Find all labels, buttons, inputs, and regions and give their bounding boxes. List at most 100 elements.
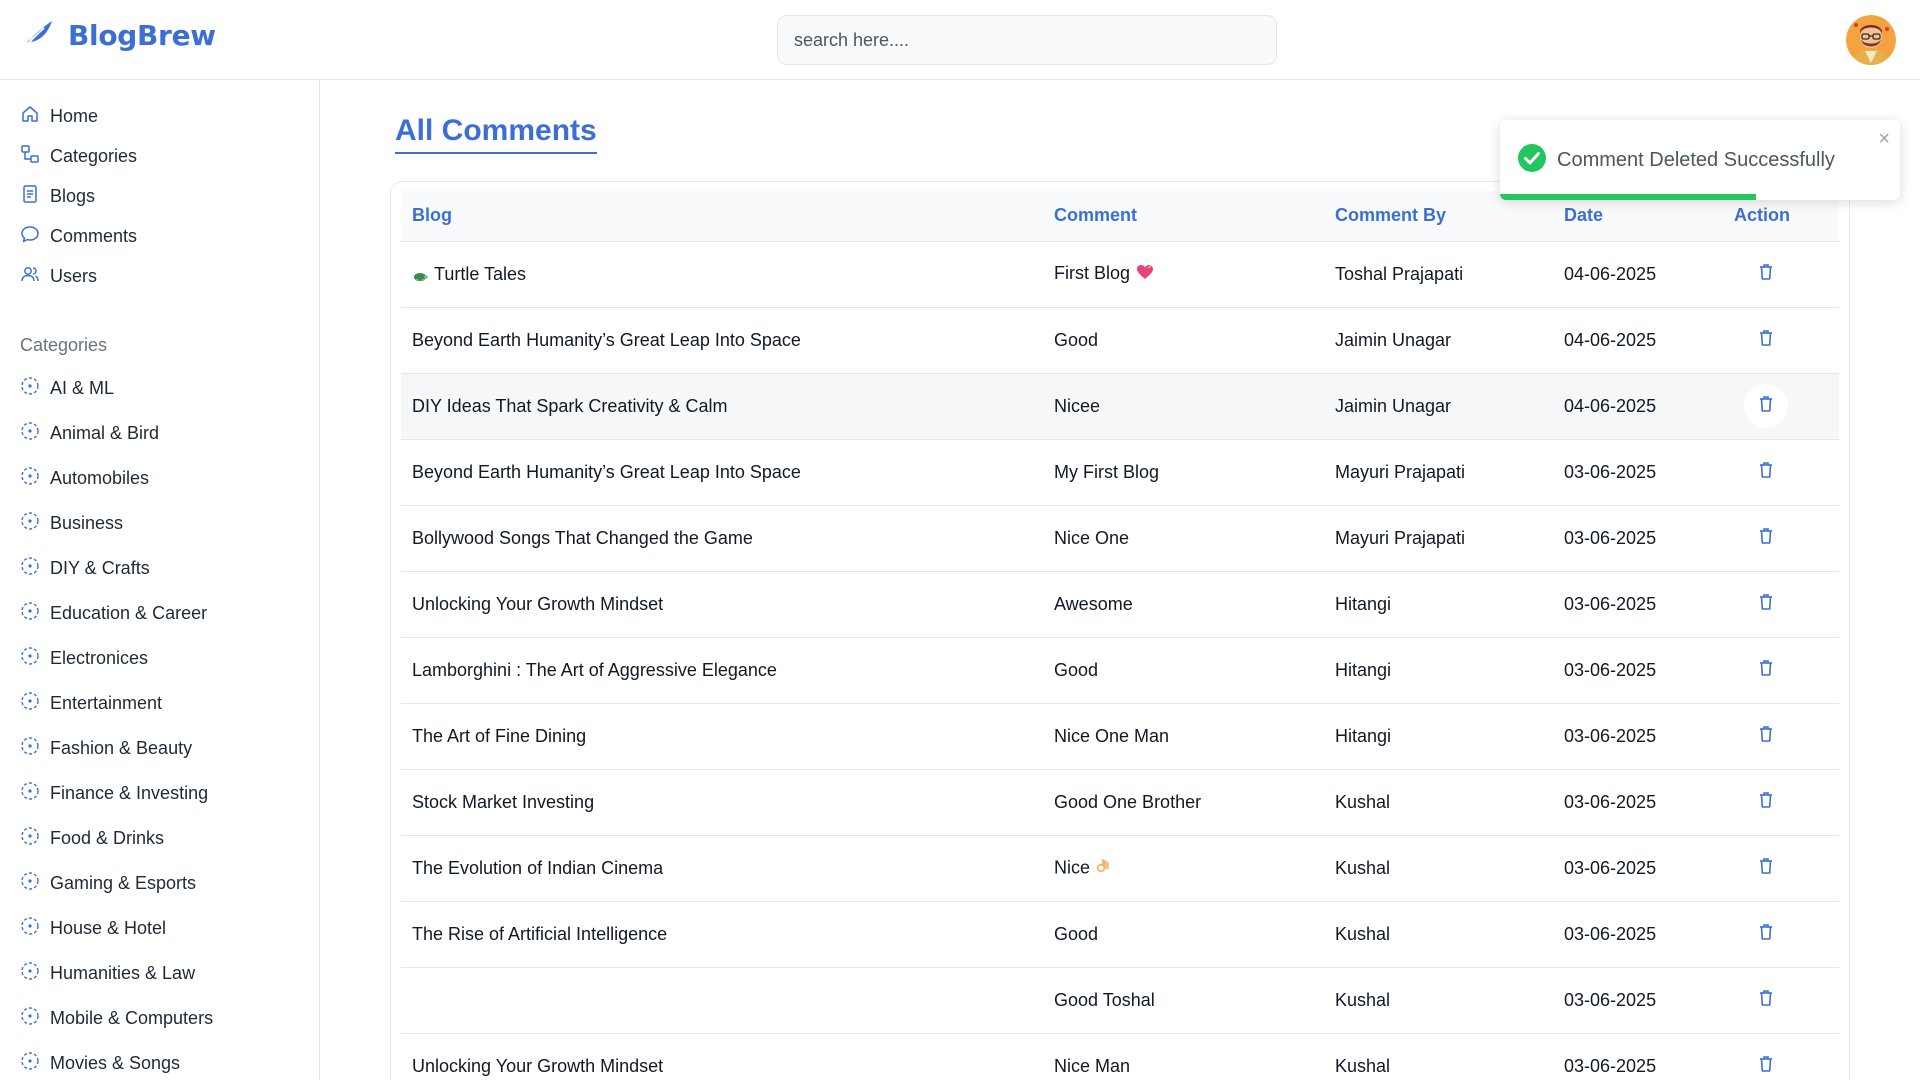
delete-comment-button[interactable] xyxy=(1744,582,1788,626)
category-label: Fashion & Beauty xyxy=(50,738,193,758)
trash-icon xyxy=(1756,790,1776,815)
delete-comment-button[interactable] xyxy=(1744,450,1788,494)
category-circle-icon xyxy=(20,916,40,941)
cell-comment-by: Kushal xyxy=(1335,923,1391,944)
category-item[interactable]: Mobile & Computers xyxy=(20,1006,213,1031)
comment-text: Nice One Man xyxy=(1054,725,1170,746)
user-avatar[interactable] xyxy=(1846,15,1896,65)
nav-item-blogs[interactable]: Blogs xyxy=(20,184,95,209)
cell-comment-by: Kushal xyxy=(1335,857,1391,878)
cell-comment: First Blog xyxy=(1043,241,1324,307)
cell-blog: Turtle Tales xyxy=(401,241,1043,307)
category-circle-icon xyxy=(20,376,40,401)
toast-message: Comment Deleted Successfully xyxy=(1557,149,1835,171)
category-item[interactable]: Humanities & Law xyxy=(20,961,195,986)
category-item[interactable]: Animal & Bird xyxy=(20,421,159,446)
table-row: The Evolution of Indian Cinema Nice Kushal… xyxy=(401,835,1839,901)
toast-close-button[interactable]: × xyxy=(1878,128,1890,151)
cell-action xyxy=(1723,505,1839,571)
sidebar: Home Categories Blogs Comments Users Cat… xyxy=(0,80,320,1080)
delete-comment-button[interactable] xyxy=(1744,846,1788,890)
cell-action xyxy=(1723,571,1839,637)
table-row: Lamborghini : The Art of Aggressive Eleg… xyxy=(401,637,1839,703)
category-item[interactable]: Finance & Investing xyxy=(20,781,208,806)
table-row: Beyond Earth Humanity’s Great Leap Into … xyxy=(401,439,1839,505)
category-item[interactable]: Education & Career xyxy=(20,601,207,626)
comment-text: Good xyxy=(1054,659,1099,680)
table-row: Bollywood Songs That Changed the Game Nic… xyxy=(401,505,1839,571)
cell-blog: The Art of Fine Dining xyxy=(401,703,1043,769)
delete-comment-button[interactable] xyxy=(1744,780,1788,824)
delete-comment-button[interactable] xyxy=(1744,1044,1788,1080)
cell-blog: Bollywood Songs That Changed the Game xyxy=(401,505,1043,571)
category-item[interactable]: Entertainment xyxy=(20,691,162,716)
delete-comment-button[interactable] xyxy=(1744,714,1788,758)
delete-comment-button[interactable] xyxy=(1744,384,1788,428)
category-circle-icon xyxy=(20,466,40,491)
category-circle-icon xyxy=(20,781,40,806)
cell-comment-by: Mayuri Prajapati xyxy=(1335,461,1466,482)
delete-comment-button[interactable] xyxy=(1744,318,1788,362)
delete-comment-button[interactable] xyxy=(1744,252,1788,296)
nav-label: Comments xyxy=(50,226,138,246)
cell-date: 03-06-2025 xyxy=(1564,461,1657,482)
trash-icon xyxy=(1756,856,1776,881)
nav-item-categories[interactable]: Categories xyxy=(20,144,137,169)
table-row: The Rise of Artificial Intelligence Good K… xyxy=(401,901,1839,967)
turtle-emoji-icon xyxy=(412,264,428,284)
comments-table: Blog Comment Comment By Date Action Turt… xyxy=(401,191,1839,1080)
category-item[interactable]: Movies & Songs xyxy=(20,1051,180,1076)
cell-comment-by: Mayuri Prajapati xyxy=(1335,527,1466,548)
delete-comment-button[interactable] xyxy=(1744,516,1788,560)
cell-comment: Good xyxy=(1043,901,1324,967)
cell-comment: Nice One xyxy=(1043,505,1324,571)
nav-item-home[interactable]: Home xyxy=(20,104,98,129)
check-circle-icon xyxy=(1518,144,1546,177)
category-circle-icon xyxy=(20,736,40,761)
category-item[interactable]: Gaming & Esports xyxy=(20,871,196,896)
delete-comment-button[interactable] xyxy=(1744,912,1788,956)
category-item[interactable]: Food & Drinks xyxy=(20,826,164,851)
category-label: Humanities & Law xyxy=(50,963,196,983)
cell-date: 03-06-2025 xyxy=(1564,593,1657,614)
blog-title: Unlocking Your Growth Mindset xyxy=(412,593,664,614)
cell-action xyxy=(1723,241,1839,307)
comment-text: Good One Brother xyxy=(1054,791,1202,812)
nav-item-users[interactable]: Users xyxy=(20,264,97,289)
category-item[interactable]: Fashion & Beauty xyxy=(20,736,192,761)
brand[interactable]: BlogBrew xyxy=(22,18,216,53)
delete-comment-button[interactable] xyxy=(1744,978,1788,1022)
blog-title: Turtle Tales xyxy=(434,263,527,284)
cell-date: 04-06-2025 xyxy=(1564,263,1657,284)
category-item[interactable]: Business xyxy=(20,511,123,536)
cell-comment: Nice One Man xyxy=(1043,703,1324,769)
category-circle-icon xyxy=(20,1051,40,1076)
cell-blog: Stock Market Investing xyxy=(401,769,1043,835)
cell-comment: Nice Man xyxy=(1043,1033,1324,1080)
blog-title: The Rise of Artificial Intelligence xyxy=(412,923,668,944)
cell-comment: Good xyxy=(1043,307,1324,373)
trash-icon xyxy=(1756,460,1776,485)
category-item[interactable]: House & Hotel xyxy=(20,916,166,941)
category-circle-icon xyxy=(20,646,40,671)
category-label: Finance & Investing xyxy=(50,783,209,803)
comment-text: Nicee xyxy=(1054,395,1101,416)
category-item[interactable]: Electronices xyxy=(20,646,148,671)
delete-comment-button[interactable] xyxy=(1744,648,1788,692)
nav-item-comments[interactable]: Comments xyxy=(20,224,137,249)
category-label: Food & Drinks xyxy=(50,828,165,848)
cell-comment-by: Hitangi xyxy=(1335,725,1392,746)
category-item[interactable]: Automobiles xyxy=(20,466,149,491)
search-input[interactable] xyxy=(777,15,1277,65)
comment-text: Nice One xyxy=(1054,527,1130,548)
category-item[interactable]: DIY & Crafts xyxy=(20,556,150,581)
table-row: Beyond Earth Humanity’s Great Leap Into … xyxy=(401,307,1839,373)
category-item[interactable]: AI & ML xyxy=(20,376,114,401)
category-label: Education & Career xyxy=(50,603,208,623)
cell-action xyxy=(1723,1033,1839,1080)
column-header-blog: Blog xyxy=(412,205,452,226)
trash-icon xyxy=(1756,724,1776,749)
category-circle-icon xyxy=(20,691,40,716)
top-header: BlogBrew xyxy=(0,0,1920,80)
table-row: Good Toshal Kushal 03-06-2025 xyxy=(401,967,1839,1033)
